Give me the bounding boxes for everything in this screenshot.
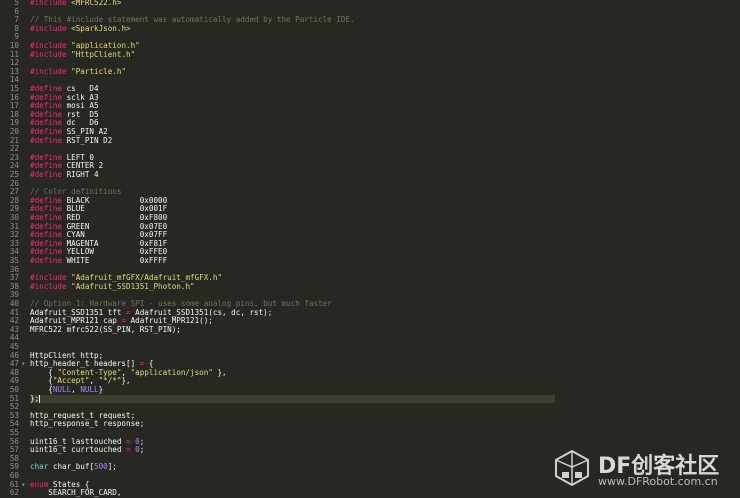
code-line[interactable]: 50 {NULL, NULL} bbox=[0, 385, 740, 395]
code-token: }, bbox=[212, 367, 227, 377]
code-token: #define bbox=[30, 256, 67, 265]
code-text: }; bbox=[30, 393, 41, 404]
current-line-highlight bbox=[30, 394, 555, 404]
code-token: "Adafruit_SSD1351_Photon.h" bbox=[71, 281, 195, 291]
code-text: {NULL, NULL} bbox=[30, 385, 104, 395]
code-text: #include "HttpClient.h" bbox=[30, 49, 136, 60]
code-token: }; bbox=[30, 393, 40, 403]
code-line[interactable]: 17 #define mosi A5 bbox=[0, 101, 740, 111]
code-line[interactable]: 35 #define WHITE 0xFFFF bbox=[0, 256, 740, 266]
code-token: #include bbox=[30, 49, 72, 59]
code-token: WHITE 0xFFFF bbox=[66, 256, 168, 265]
code-line[interactable]: 15 #define cs D4 bbox=[0, 84, 740, 94]
code-line[interactable]: 24 #define CENTER 2 bbox=[0, 162, 740, 171]
code-text: uint16_t currtouched = 0; bbox=[30, 445, 145, 455]
code-line[interactable]: 13 #include "Particle.h" bbox=[0, 66, 740, 77]
code-text: MFRC522 mfrc522(SS_PIN, RST_PIN); bbox=[30, 324, 181, 335]
code-text: #include <SparkJson.h> bbox=[30, 23, 131, 34]
code-text: SEARCH_FOR_CARD, bbox=[30, 488, 122, 498]
line-number: 62 bbox=[9, 488, 19, 498]
code-text: http_response_t response; bbox=[30, 420, 144, 429]
code-token: }, bbox=[121, 376, 131, 386]
code-text: #include "Particle.h" bbox=[30, 66, 127, 77]
code-line[interactable]: 21 #define RST_PIN D2 bbox=[0, 135, 740, 146]
text-cursor bbox=[39, 394, 41, 403]
code-line[interactable]: 54 http_response_t response; bbox=[0, 420, 740, 429]
code-token: "Particle.h" bbox=[71, 66, 127, 76]
code-token: ]; bbox=[107, 462, 117, 472]
fold-arrow-icon[interactable]: ▾ bbox=[21, 360, 27, 369]
code-line[interactable]: 16 #define sclk A3 bbox=[0, 93, 740, 103]
code-line[interactable]: 51}; bbox=[0, 393, 740, 404]
code-token: #include bbox=[30, 23, 72, 33]
code-line[interactable]: 23 #define LEFT 0 bbox=[0, 153, 740, 163]
code-line[interactable]: 44 bbox=[0, 334, 740, 343]
code-line[interactable]: 25 #define RIGHT 4 bbox=[0, 170, 740, 180]
code-text: #include "Adafruit_SSD1351_Photon.h" bbox=[30, 281, 195, 292]
code-line[interactable]: 19 #define dc D6 bbox=[0, 119, 740, 128]
code-text: #define RIGHT 4 bbox=[30, 170, 99, 180]
code-token: http_response_t response; bbox=[30, 419, 145, 429]
dfrobot-watermark: DF创客社区 www.DFRobot.com.cn bbox=[552, 444, 732, 492]
code-token: SEARCH_FOR_CARD, bbox=[30, 488, 122, 498]
code-token: MFRC522 mfrc522(SS_PIN, RST_PIN); bbox=[30, 324, 181, 334]
code-line[interactable]: 45 bbox=[0, 342, 740, 352]
dfrobot-logo-icon bbox=[555, 449, 589, 487]
code-editor[interactable]: 5 #include <MFRC522.h> 6 7// This #include … bbox=[0, 0, 740, 497]
code-line[interactable]: 43 MFRC522 mfrc522(SS_PIN, RST_PIN); bbox=[0, 324, 740, 335]
code-line[interactable]: 5 #include <MFRC522.h> bbox=[0, 0, 740, 8]
code-line[interactable]: 22 bbox=[0, 145, 740, 154]
code-token: #include bbox=[30, 66, 72, 76]
code-line[interactable]: 49 {"Accept", "*/*"}, bbox=[0, 377, 740, 386]
code-token: #include bbox=[30, 281, 72, 291]
code-token: NULL bbox=[52, 385, 72, 394]
code-text: #define RST_PIN D2 bbox=[30, 135, 113, 146]
code-text: #include <MFRC522.h> bbox=[30, 0, 121, 8]
code-line[interactable]: 38 #include "Adafruit_SSD1351_Photon.h" bbox=[0, 281, 740, 292]
code-token: 500 bbox=[94, 462, 108, 472]
code-line[interactable]: 8 #include <SparkJson.h> bbox=[0, 23, 740, 34]
code-token: } bbox=[98, 385, 104, 394]
code-line[interactable]: 18 #define rst D5 bbox=[0, 110, 740, 120]
code-token: <SparkJson.h> bbox=[71, 23, 131, 33]
code-line[interactable]: 14 bbox=[0, 76, 740, 85]
code-token: ; bbox=[139, 445, 145, 455]
code-token: uint16_t currtouched bbox=[30, 445, 127, 455]
code-token: "HttpClient.h" bbox=[71, 49, 136, 59]
code-token: char_buf[ bbox=[48, 462, 95, 472]
code-token: char bbox=[30, 462, 49, 472]
code-token: "application/json" bbox=[130, 367, 213, 377]
code-token: RST_PIN D2 bbox=[66, 135, 113, 145]
code-token: RIGHT 4 bbox=[66, 170, 99, 179]
code-token: NULL bbox=[80, 385, 99, 394]
fold-arrow-icon[interactable]: ▾ bbox=[21, 480, 27, 490]
code-line[interactable]: 11 #include "HttpClient.h" bbox=[0, 49, 740, 60]
code-text: char char_buf[500]; bbox=[30, 463, 117, 472]
code-token: #define bbox=[30, 170, 67, 179]
code-token: , bbox=[71, 385, 81, 394]
watermark-url: www.DFRobot.com.cn bbox=[598, 475, 718, 488]
code-token: #include bbox=[30, 0, 72, 7]
code-token: #define bbox=[30, 135, 67, 145]
code-token: <MFRC522.h> bbox=[71, 0, 122, 7]
code-text: #define WHITE 0xFFFF bbox=[30, 256, 168, 266]
